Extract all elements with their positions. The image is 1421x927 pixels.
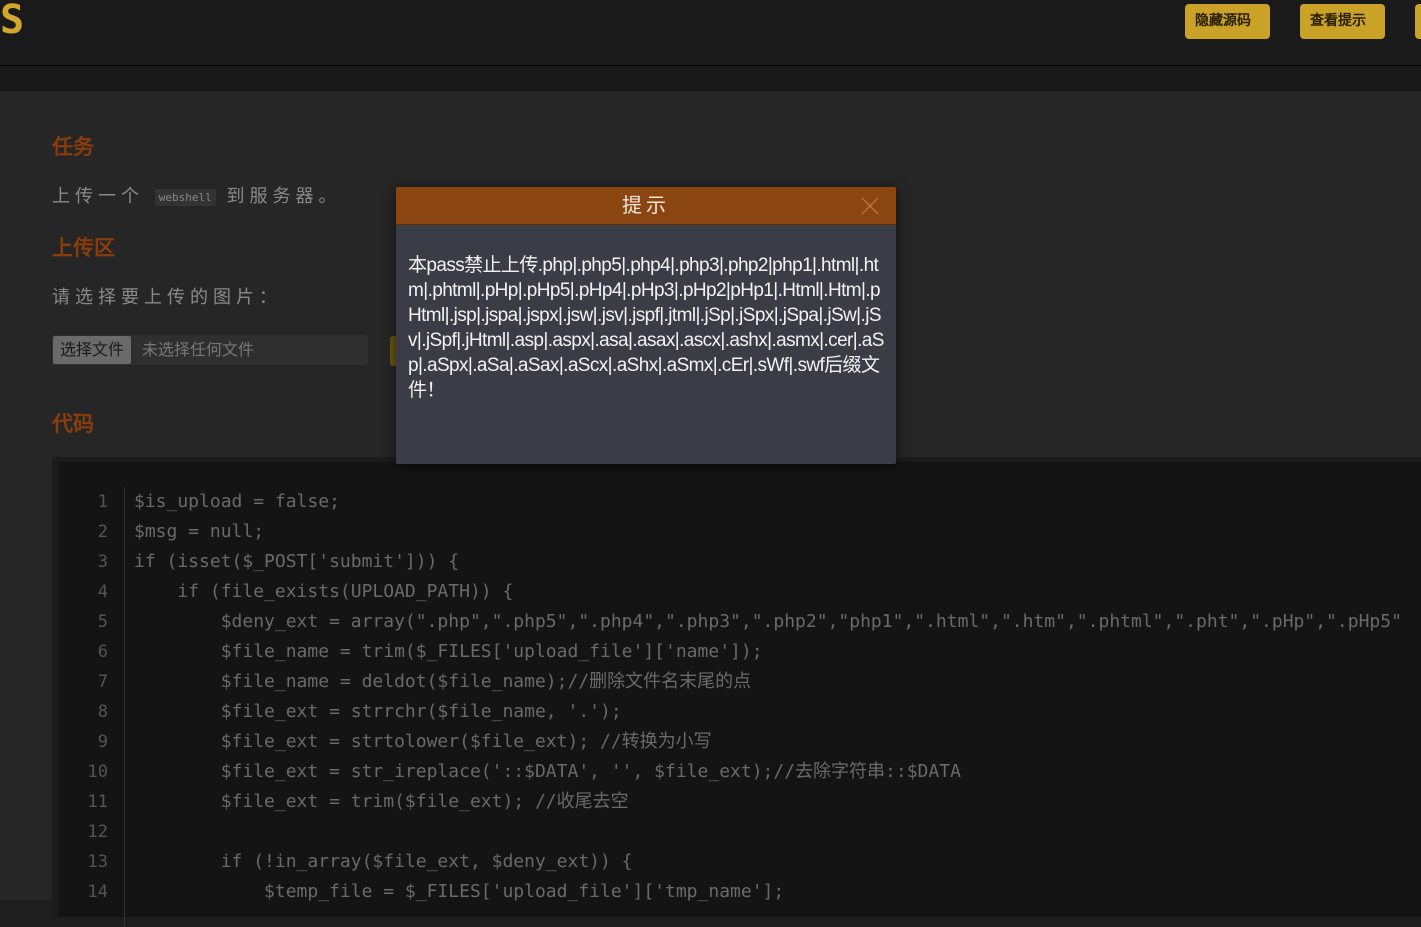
dialog-titlebar: 提示 xyxy=(396,187,896,225)
code-line: 3 if (isset($_POST['submit'])) { xyxy=(58,547,1421,577)
line-number: 9 xyxy=(97,732,108,752)
hide-source-button[interactable]: 隐藏源码 xyxy=(1185,4,1270,39)
code-text: $file_name = deldot($file_name);//删除文件名末… xyxy=(134,671,752,692)
code-text: $file_ext = trim($file_ext); //收尾去空 xyxy=(134,791,629,812)
code-line: 10 $file_ext = str_ireplace('::$DATA', '… xyxy=(58,757,1421,787)
close-icon[interactable] xyxy=(860,196,880,216)
line-number: 6 xyxy=(97,642,108,662)
code-text: if (!in_array($file_ext, $deny_ext)) { xyxy=(134,851,633,872)
code-line: 7 $file_name = deldot($file_name);//删除文件… xyxy=(58,667,1421,697)
file-input[interactable]: 选择文件 未选择任何文件 xyxy=(52,335,368,365)
view-hint-button[interactable]: 查看提示 xyxy=(1300,4,1385,39)
choose-file-button[interactable]: 选择文件 xyxy=(53,336,132,364)
code-line: 4 if (file_exists(UPLOAD_PATH)) { xyxy=(58,577,1421,607)
code-text: $file_ext = strrchr($file_name, '.'); xyxy=(134,701,622,722)
line-number: 11 xyxy=(87,792,108,812)
dialog-message: 本pass禁止上传.php|.php5|.php4|.php3|.php2|ph… xyxy=(408,255,884,401)
code-text: $is_upload = false; xyxy=(134,491,340,512)
line-number: 12 xyxy=(87,822,108,842)
code-line: 8 $file_ext = strrchr($file_name, '.'); xyxy=(58,697,1421,727)
dialog-title: 提示 xyxy=(622,193,670,217)
line-number: 4 xyxy=(97,582,108,602)
line-number: 14 xyxy=(87,882,108,902)
code-line: 11 $file_ext = trim($file_ext); //收尾去空 xyxy=(58,787,1421,817)
code-line: 12 xyxy=(58,817,1421,847)
line-number: 8 xyxy=(97,702,108,722)
line-number: 10 xyxy=(87,762,108,782)
code-text: if (file_exists(UPLOAD_PATH)) { xyxy=(134,581,514,602)
upload-heading: 上传区 xyxy=(52,236,115,260)
code-text: $file_ext = strtolower($file_ext); //转换为… xyxy=(134,731,712,752)
code-line: 5 $deny_ext = array(".php",".php5",".php… xyxy=(58,607,1421,637)
code-line: 13 if (!in_array($file_ext, $deny_ext)) … xyxy=(58,847,1421,877)
extra-button[interactable] xyxy=(1415,4,1421,39)
webshell-code-tag: webshell xyxy=(154,188,216,206)
code-line: 6 $file_name = trim($_FILES['upload_file… xyxy=(58,637,1421,667)
choose-image-label: 请选择要上传的图片： xyxy=(52,287,282,308)
task-desc-after: 到服务器。 xyxy=(226,186,342,207)
line-number: 2 xyxy=(97,522,108,542)
code-text: $file_name = trim($_FILES['upload_file']… xyxy=(134,641,763,662)
line-number: 5 xyxy=(97,612,108,632)
hint-dialog: 提示 本pass禁止上传.php|.php5|.php4|.php3|.php2… xyxy=(396,187,896,464)
code-line: 14 $temp_file = $_FILES['upload_file']['… xyxy=(58,877,1421,907)
code-block: 1 $is_upload = false; 2 $msg = null; 3 if (is… xyxy=(52,457,1421,927)
code-text: $file_ext = str_ireplace('::$DATA', '', … xyxy=(134,761,961,782)
code-text: $temp_file = $_FILES['upload_file']['tmp… xyxy=(134,881,785,902)
code-line: 1 $is_upload = false; xyxy=(58,487,1421,517)
task-description: 上传一个 webshell 到服务器。 xyxy=(52,182,341,208)
task-heading: 任务 xyxy=(52,135,94,159)
line-number: 3 xyxy=(97,552,108,572)
top-navbar: S 隐藏源码 查看提示 xyxy=(0,0,1421,66)
site-logo[interactable]: S xyxy=(0,0,24,40)
code-heading: 代码 xyxy=(52,412,94,436)
line-number: 13 xyxy=(87,852,108,872)
code-line: 2 $msg = null; xyxy=(58,517,1421,547)
code-line: 9 $file_ext = strtolower($file_ext); //转… xyxy=(58,727,1421,757)
task-desc-before: 上传一个 xyxy=(52,186,144,207)
header-divider xyxy=(0,66,1421,91)
file-status-text: 未选择任何文件 xyxy=(142,340,255,359)
code-text: $msg = null; xyxy=(134,521,265,542)
code-text: if (isset($_POST['submit'])) { xyxy=(134,551,460,572)
line-number: 7 xyxy=(97,672,108,692)
line-number: 1 xyxy=(97,492,108,512)
code-text: $deny_ext = array(".php",".php5",".php4"… xyxy=(134,611,1402,632)
